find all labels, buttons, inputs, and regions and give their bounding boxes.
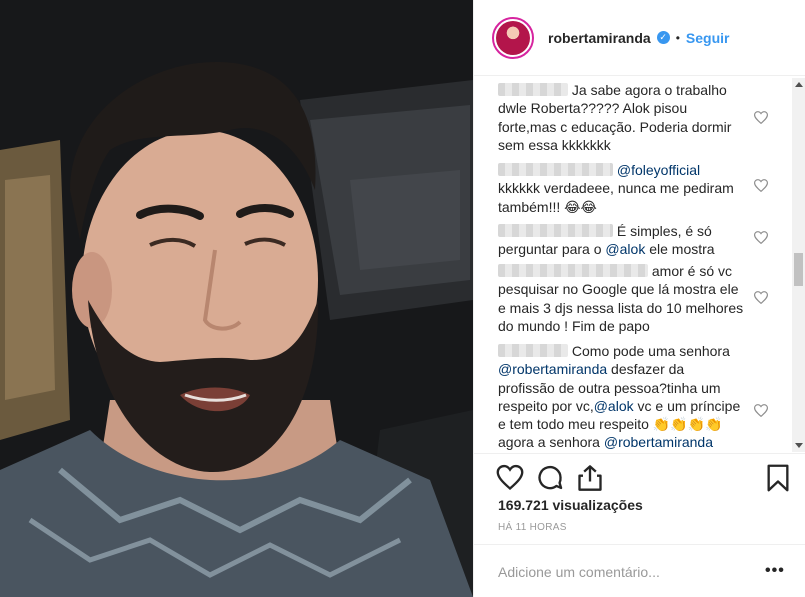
comment-text: e tem todo meu respeito 👏👏👏👏 xyxy=(498,416,723,433)
heart-icon[interactable] xyxy=(754,291,768,304)
comment-list: Ja sabe agora o trabalho dwle Roberta???… xyxy=(474,77,805,453)
comment-text: agora a senhora xyxy=(498,434,600,451)
scroll-down-arrow-icon[interactable] xyxy=(795,443,803,448)
comment-text: kkkkkk verdadeee, nunca me pediram xyxy=(498,180,734,197)
comment-text: vc e um príncipe xyxy=(637,397,741,414)
comment-text: profissão de outra pessoa?tinha um xyxy=(498,379,721,396)
video-frame xyxy=(0,0,473,597)
comment-text: É simples, é só xyxy=(616,223,712,239)
comment-icon[interactable] xyxy=(536,464,564,492)
bookmark-icon[interactable] xyxy=(764,464,792,492)
comment-item: É simples, é só perguntar para o @alok e… xyxy=(498,222,752,259)
post-username[interactable]: robertamiranda xyxy=(548,30,651,46)
comment-item: Como pode uma senhora @robertamiranda de… xyxy=(498,342,752,452)
comment-text: também!!! 😂😂 xyxy=(498,198,597,215)
comment-text: ele mostra xyxy=(649,241,715,258)
comment-mention[interactable]: @robertamiranda xyxy=(604,434,713,450)
follow-button[interactable]: Seguir xyxy=(686,30,730,46)
more-options-icon[interactable]: ••• xyxy=(765,562,785,580)
comment-text: do mundo ! Fim de papo xyxy=(498,317,650,334)
comment-text: dwle Roberta????? Alok pisou xyxy=(498,100,688,117)
comment-username-redacted[interactable] xyxy=(498,264,648,277)
comment-mention[interactable]: @alok xyxy=(605,241,645,257)
comment-item: @foleyofficial kkkkkk verdadeee, nunca m… xyxy=(498,161,752,216)
post-timestamp[interactable]: HÁ 11 HORAS xyxy=(498,522,567,533)
comments-scrollbar[interactable] xyxy=(792,78,805,452)
heart-icon[interactable] xyxy=(496,464,524,492)
comment-text: Como pode uma senhora xyxy=(571,343,730,359)
video-player[interactable] xyxy=(0,0,473,597)
comment-item: Ja sabe agora o trabalho dwle Roberta???… xyxy=(498,81,752,154)
comment-mention[interactable]: @robertamiranda xyxy=(498,361,607,377)
comment-text: sem essa kkkkkkk xyxy=(498,136,611,153)
heart-icon[interactable] xyxy=(754,404,768,417)
comment-text: Ja sabe agora o trabalho xyxy=(571,82,727,98)
separator-dot: • xyxy=(675,30,680,45)
comment-item: amor é só vc pesquisar no Google que lá … xyxy=(498,262,752,335)
share-icon[interactable] xyxy=(576,464,604,492)
views-count[interactable]: 169.721 visualizações xyxy=(498,497,643,513)
verified-icon: ✓ xyxy=(656,31,670,44)
action-bar xyxy=(474,453,805,503)
scroll-thumb[interactable] xyxy=(794,253,803,286)
comment-username-redacted[interactable] xyxy=(498,163,613,176)
comment-username-redacted[interactable] xyxy=(498,224,613,237)
post-header: robertamiranda ✓ • Seguir xyxy=(474,0,805,76)
avatar[interactable] xyxy=(492,16,534,59)
comment-text: e mais 3 djs nessa lista do 10 melhores xyxy=(498,299,744,316)
heart-icon[interactable] xyxy=(754,111,768,124)
post-panel: robertamiranda ✓ • Seguir Ja sabe agora … xyxy=(473,0,805,597)
comment-text: pesquisar no Google que lá mostra ele xyxy=(498,281,739,298)
heart-icon[interactable] xyxy=(754,231,768,244)
comment-text: forte,mas c educação. Poderia dormir xyxy=(498,118,732,135)
comment-text: respeito por vc, xyxy=(498,397,594,414)
comment-input[interactable] xyxy=(498,561,748,583)
comment-mention[interactable]: @foleyofficial xyxy=(617,162,700,178)
comment-text: desfazer da xyxy=(611,361,685,378)
comment-text: amor é só vc xyxy=(651,263,733,279)
comment-username-redacted[interactable] xyxy=(498,344,568,357)
comment-text: perguntar para o xyxy=(498,241,602,258)
scroll-up-arrow-icon[interactable] xyxy=(795,82,803,87)
add-comment-section: ••• xyxy=(474,544,805,597)
comment-mention[interactable]: @alok xyxy=(594,398,634,414)
comment-username-redacted[interactable] xyxy=(498,83,568,96)
heart-icon[interactable] xyxy=(754,179,768,192)
